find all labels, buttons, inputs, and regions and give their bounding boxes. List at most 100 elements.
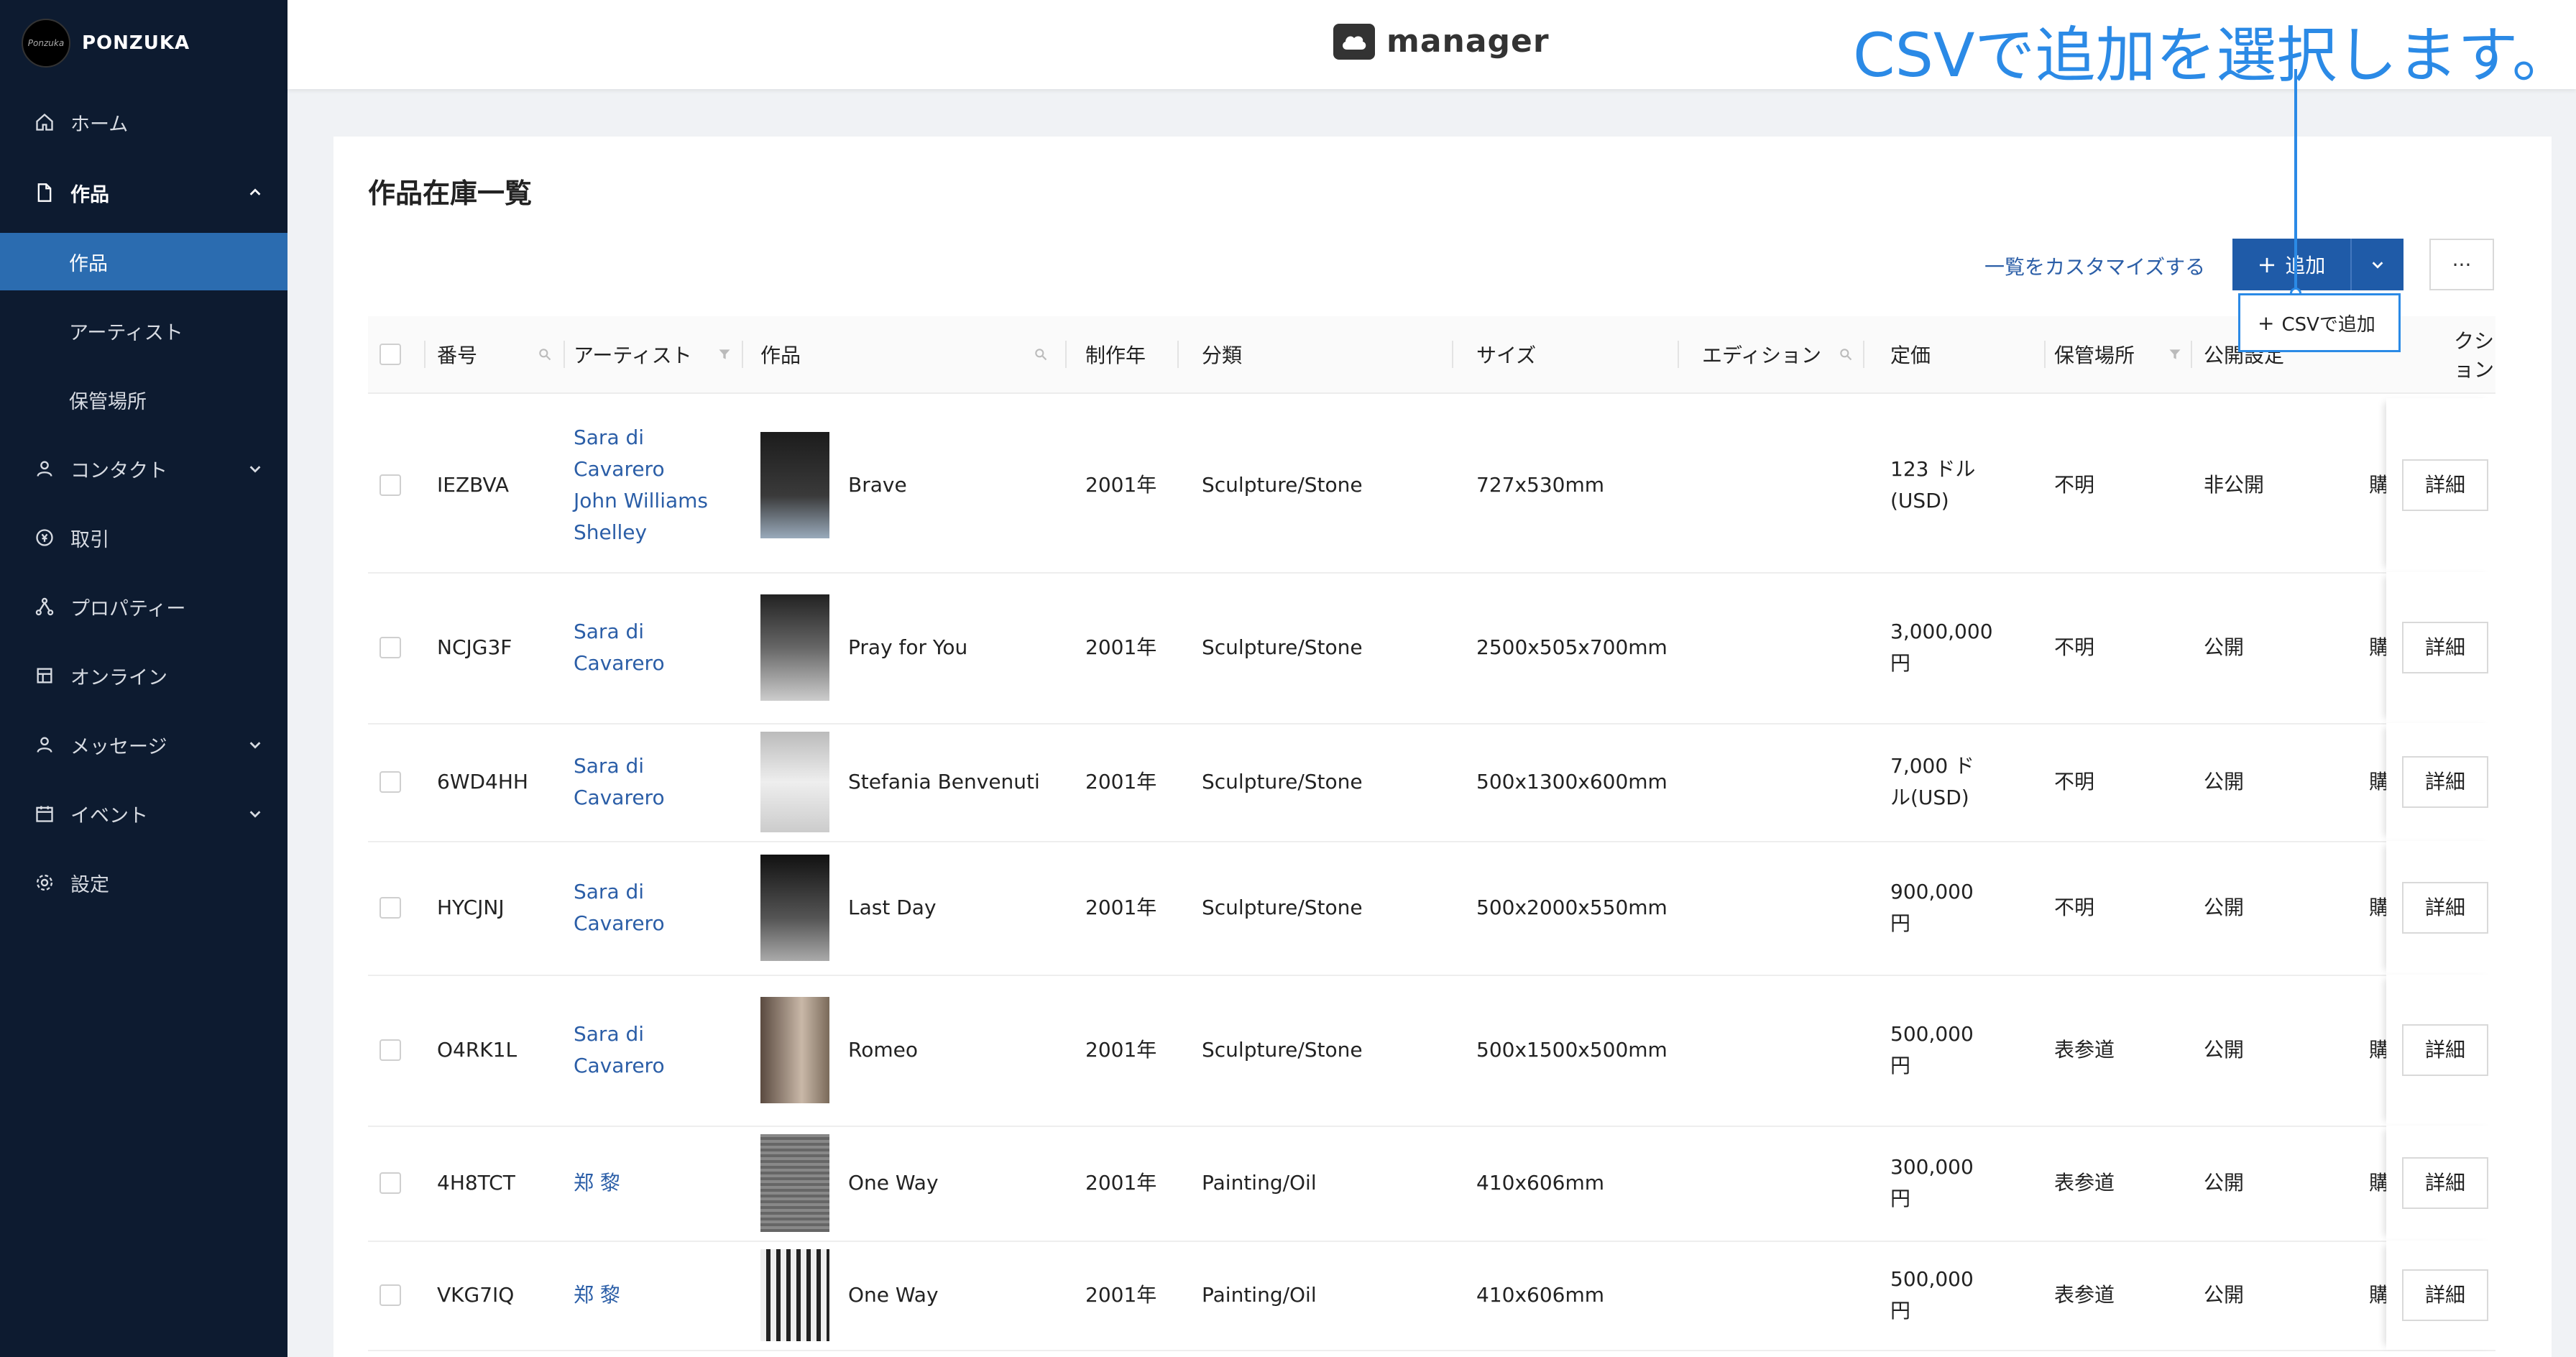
- artwork-thumbnail[interactable]: [760, 432, 829, 538]
- artwork-thumbnail[interactable]: [760, 1249, 829, 1341]
- artist-link[interactable]: Shelley: [574, 517, 708, 548]
- artist-link[interactable]: Cavarero: [574, 454, 708, 485]
- sidebar-item-label: メッセージ: [70, 735, 167, 758]
- detail-button[interactable]: 詳細: [2402, 1269, 2488, 1321]
- sidebar-item-events[interactable]: イベント: [0, 785, 288, 842]
- price-line: 7,000 ド: [1890, 754, 1975, 778]
- cloud-icon: [1333, 23, 1375, 60]
- row-checkbox-cell[interactable]: [380, 841, 401, 975]
- row-thumbnail[interactable]: [760, 1241, 829, 1350]
- row-checkbox[interactable]: [380, 1039, 401, 1061]
- select-all-checkbox-cell[interactable]: [380, 316, 401, 392]
- price-line: 円: [1890, 651, 1911, 675]
- artwork-thumbnail[interactable]: [760, 1134, 829, 1232]
- artist-link[interactable]: Sara di: [574, 422, 708, 454]
- col-price[interactable]: 定価: [1890, 316, 1931, 392]
- artist-link[interactable]: 郑 黎: [574, 1279, 620, 1311]
- row-artist: 郑 黎: [574, 1126, 739, 1241]
- row-title: Romeo: [848, 1038, 918, 1062]
- detail-button[interactable]: 詳細: [2402, 756, 2488, 808]
- sidebar-item-label: 設定: [70, 873, 109, 896]
- row-checkbox-cell[interactable]: [380, 1241, 401, 1350]
- artist-link[interactable]: Cavarero: [574, 1050, 665, 1082]
- col-year[interactable]: 制作年: [1085, 316, 1146, 392]
- row-checkbox[interactable]: [380, 637, 401, 658]
- artwork-thumbnail[interactable]: [760, 997, 829, 1103]
- artwork-thumbnail[interactable]: [760, 594, 829, 701]
- row-thumbnail[interactable]: [760, 1126, 829, 1241]
- sidebar-item-online[interactable]: オンライン: [0, 647, 288, 704]
- row-checkbox[interactable]: [380, 1284, 401, 1306]
- artist-link[interactable]: Cavarero: [574, 648, 665, 679]
- row-year: 2001年: [1085, 1283, 1157, 1307]
- detail-button[interactable]: 詳細: [2402, 1157, 2488, 1209]
- row-thumbnail[interactable]: [760, 975, 829, 1126]
- row-thumbnail[interactable]: [760, 723, 829, 841]
- sidebar-item-works-group[interactable]: 作品: [0, 164, 288, 221]
- add-csv-menu-item[interactable]: + CSVで追加: [2238, 293, 2401, 352]
- calendar-icon: [34, 804, 55, 824]
- artist-link[interactable]: Cavarero: [574, 908, 665, 939]
- sidebar-item-properties[interactable]: プロパティー: [0, 578, 288, 635]
- sidebar-item-artists[interactable]: アーティスト: [0, 302, 288, 359]
- sidebar-item-home[interactable]: ホーム: [0, 93, 288, 151]
- filter-icon[interactable]: [717, 347, 732, 362]
- artist-link[interactable]: 郑 黎: [574, 1167, 620, 1199]
- row-thumbnail[interactable]: [760, 841, 829, 975]
- col-artist[interactable]: アーティスト: [574, 316, 732, 392]
- sidebar-item-contacts[interactable]: コンタクト: [0, 440, 288, 497]
- row-checkbox-cell[interactable]: [380, 572, 401, 723]
- artist-link[interactable]: Cavarero: [574, 782, 665, 814]
- more-options-button[interactable]: ···: [2429, 239, 2494, 290]
- artwork-thumbnail[interactable]: [760, 855, 829, 961]
- detail-button[interactable]: 詳細: [2402, 459, 2488, 511]
- artist-link[interactable]: John Williams: [574, 485, 708, 517]
- add-csv-label: CSVで追加: [2281, 313, 2375, 336]
- search-icon[interactable]: [538, 347, 552, 362]
- row-checkbox-cell[interactable]: [380, 723, 401, 841]
- brand-name: PONZUKA: [82, 32, 190, 54]
- sidebar-item-messages[interactable]: メッセージ: [0, 716, 288, 773]
- add-button[interactable]: + 追加: [2232, 239, 2350, 290]
- col-work[interactable]: 作品: [760, 316, 1048, 392]
- row-checkbox-cell[interactable]: [380, 398, 401, 572]
- customize-list-link[interactable]: 一覧をカスタマイズする: [1984, 252, 2205, 280]
- add-dropdown-toggle[interactable]: [2350, 239, 2404, 290]
- row-checkbox[interactable]: [380, 771, 401, 793]
- row-checkbox-cell[interactable]: [380, 975, 401, 1126]
- search-icon[interactable]: [1839, 347, 1853, 362]
- row-category: Sculpture/Stone: [1202, 1038, 1363, 1062]
- artist-link[interactable]: Sara di: [574, 616, 665, 648]
- select-all-checkbox[interactable]: [380, 344, 401, 365]
- sidebar-item-transactions[interactable]: 取引: [0, 509, 288, 566]
- col-edition[interactable]: エディション: [1702, 316, 1853, 392]
- sidebar-item-settings[interactable]: 設定: [0, 854, 288, 911]
- artwork-thumbnail[interactable]: [760, 732, 829, 832]
- artist-link[interactable]: Sara di: [574, 750, 665, 782]
- row-checkbox[interactable]: [380, 474, 401, 496]
- col-number-label: 番号: [437, 344, 478, 367]
- col-location[interactable]: 保管場所: [2054, 316, 2182, 392]
- brand[interactable]: Ponzuka PONZUKA: [22, 19, 190, 68]
- detail-button[interactable]: 詳細: [2402, 1024, 2488, 1076]
- col-size[interactable]: サイズ: [1476, 316, 1536, 392]
- artist-link[interactable]: Sara di: [574, 876, 665, 908]
- row-thumbnail[interactable]: [760, 572, 829, 723]
- col-number[interactable]: 番号: [437, 316, 552, 392]
- sidebar-item-storage[interactable]: 保管場所: [0, 371, 288, 428]
- detail-button[interactable]: 詳細: [2402, 622, 2488, 673]
- artist-link[interactable]: Sara di: [574, 1018, 665, 1050]
- sidebar-item-works[interactable]: 作品: [0, 233, 288, 290]
- col-action: クション: [2454, 316, 2496, 392]
- app-name: manager: [1386, 23, 1550, 60]
- detail-button[interactable]: 詳細: [2402, 882, 2488, 934]
- row-checkbox-cell[interactable]: [380, 1126, 401, 1241]
- row-checkbox[interactable]: [380, 1172, 401, 1194]
- filter-icon[interactable]: [2168, 347, 2182, 362]
- gear-icon: [34, 873, 55, 893]
- row-visibility: 公開: [2204, 770, 2245, 794]
- row-thumbnail[interactable]: [760, 398, 829, 572]
- row-checkbox[interactable]: [380, 897, 401, 919]
- search-icon[interactable]: [1034, 347, 1048, 362]
- col-category[interactable]: 分類: [1202, 316, 1242, 392]
